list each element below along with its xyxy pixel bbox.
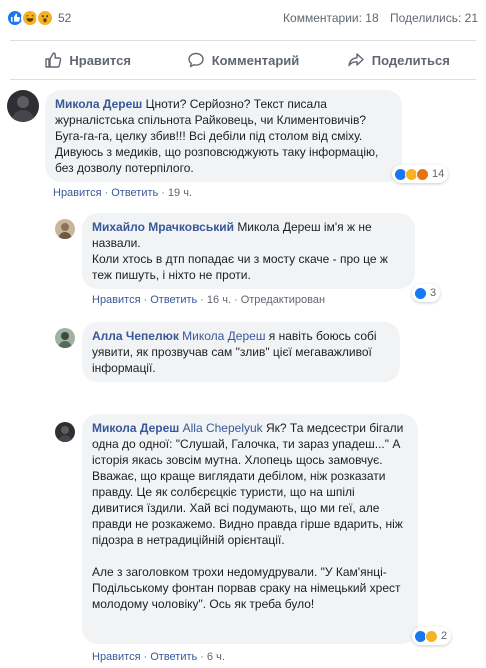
like-link[interactable]: Нравится <box>92 294 141 306</box>
comment-reactions[interactable]: 2 <box>412 627 452 645</box>
reply-link[interactable]: Ответить <box>111 187 158 199</box>
comment-author[interactable]: Алла Чепелюк <box>92 329 179 343</box>
angry-icon <box>416 167 429 181</box>
like-button[interactable]: Нравится <box>10 41 165 79</box>
mention-link[interactable]: Alla Chepelyuk <box>183 421 263 435</box>
avatar[interactable] <box>55 328 75 348</box>
share-button[interactable]: Поделиться <box>321 41 476 79</box>
share-button-label: Поделиться <box>371 52 450 68</box>
like-link[interactable]: Нравится <box>92 651 141 663</box>
thumbs-up-icon <box>45 52 62 68</box>
comment-author[interactable]: Микола Дереш <box>92 421 179 435</box>
comments-count[interactable]: Комментарии: 18 <box>283 11 379 25</box>
timestamp[interactable]: 16 ч. <box>207 294 231 306</box>
like-icon <box>414 286 427 300</box>
avatar[interactable] <box>55 422 75 442</box>
wow-icon <box>36 9 54 27</box>
comment-bubble: Алла Чепелюк Микола Дереш я навіть боюсь… <box>82 322 400 382</box>
comment-bubble: Микола Дереш Цноти? Серйозно? Текст писа… <box>45 90 402 182</box>
timestamp[interactable]: 19 ч. <box>168 187 192 199</box>
comment-text: Коли хтось в дтп попадає чи з мосту скач… <box>92 252 388 282</box>
edited-label[interactable]: Отредактирован <box>241 294 325 306</box>
timestamp[interactable]: 6 ч. <box>207 651 225 663</box>
reaction-count: 2 <box>441 630 448 642</box>
comment-meta: Нравится · Ответить · 16 ч. · Отредактирован <box>92 294 326 306</box>
like-link[interactable]: Нравится <box>53 187 102 199</box>
comment-button-label: Комментарий <box>211 52 300 68</box>
reply-link[interactable]: Ответить <box>150 294 197 306</box>
comment-reactions[interactable]: 14 <box>392 165 449 183</box>
comment-reactions[interactable]: 3 <box>412 284 441 302</box>
reaction-count: 14 <box>432 168 445 180</box>
reaction-count[interactable]: 52 <box>58 11 71 25</box>
comment-bubble: Михайло Мрачковський Микола Дереш ім'я ж… <box>82 213 415 289</box>
haha-icon <box>425 629 438 643</box>
comment-author[interactable]: Микола Дереш <box>55 97 142 111</box>
comment-button[interactable]: Комментарий <box>165 41 320 79</box>
comment-meta: Нравится · Ответить · 19 ч. <box>53 187 193 199</box>
like-button-label: Нравится <box>69 52 131 68</box>
avatar[interactable] <box>55 219 75 239</box>
mention-link[interactable]: Микола Дереш <box>182 329 265 343</box>
comment-text: Але з заголовком трохи недомудрували. "У… <box>92 565 401 611</box>
speech-bubble-icon <box>188 52 204 68</box>
reaction-icons[interactable] <box>6 9 54 27</box>
avatar[interactable] <box>7 90 39 122</box>
comment-author[interactable]: Михайло Мрачковський <box>92 220 234 234</box>
comment-meta: Нравится · Ответить · 6 ч. <box>92 651 225 663</box>
share-arrow-icon <box>348 53 364 67</box>
comment-text: Як? Та медсестри бігали одна до одної: "… <box>92 421 404 547</box>
reply-link[interactable]: Ответить <box>150 651 197 663</box>
shares-count[interactable]: Поделились: 21 <box>390 11 478 25</box>
reaction-summary-bar: 52 Комментарии: 18 Поделились: 21 <box>0 0 486 36</box>
reaction-count: 3 <box>430 287 437 299</box>
comment-bubble: Микола Дереш Alla Chepelyuk Як? Та медсе… <box>82 414 418 644</box>
post-action-bar: Нравится Комментарий Поделиться <box>10 40 476 80</box>
